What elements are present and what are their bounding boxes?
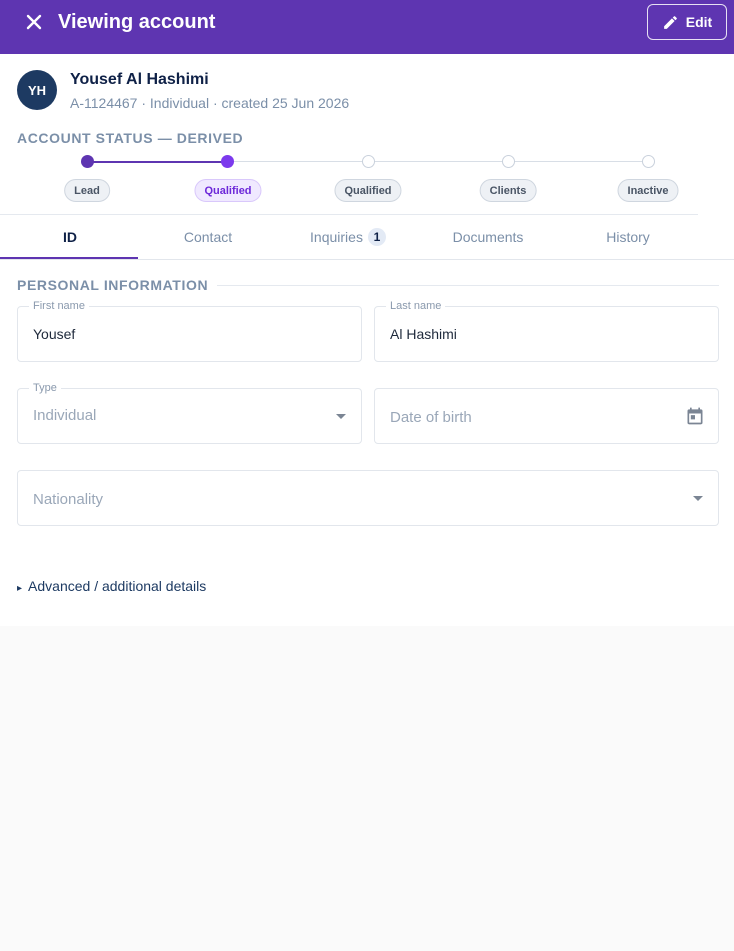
advanced-details-label: Advanced / additional details (28, 578, 207, 594)
close-icon (26, 14, 42, 30)
close-button[interactable] (22, 10, 46, 34)
type-value: Individual (33, 407, 97, 424)
tab-label: ID (63, 229, 77, 245)
personal-information-label: PERSONAL INFORMATION (17, 277, 209, 293)
last-name-value: Al Hashimi (390, 326, 457, 342)
status-step-dot (502, 155, 515, 168)
status-step-inactive[interactable]: Inactive (617, 179, 679, 202)
status-step-clients[interactable]: Clients (479, 179, 537, 202)
tab-bar: ID Contact Inquiries 1 Documents History (0, 215, 734, 260)
active-tab-indicator (0, 257, 138, 259)
tab-id[interactable]: ID (0, 215, 140, 259)
last-name-label: Last name (386, 300, 446, 313)
chevron-down-icon (336, 414, 346, 419)
tab-documents[interactable]: Documents (418, 215, 558, 259)
chevron-down-icon (693, 496, 703, 501)
status-step-lead[interactable]: Lead (64, 179, 110, 202)
advanced-details-toggle[interactable]: ▸ Advanced / additional details (17, 578, 206, 597)
edit-button-label: Edit (685, 14, 713, 30)
status-step-dot (642, 155, 655, 168)
first-name-label: First name (29, 300, 89, 313)
tab-contact[interactable]: Contact (138, 215, 278, 259)
section-rule (217, 285, 719, 286)
nationality-placeholder: Nationality (33, 491, 104, 508)
first-name-field[interactable]: First name Yousef (17, 300, 362, 362)
tab-label: Documents (452, 229, 524, 245)
top-bar: Viewing account Edit (0, 0, 734, 54)
type-select[interactable]: Type Individual (17, 382, 362, 444)
tab-label: Inquiries (310, 229, 363, 245)
date-of-birth-placeholder: Date of birth (390, 409, 472, 426)
date-of-birth-field[interactable]: Date of birth (374, 388, 719, 444)
status-track-segment (227, 161, 648, 162)
first-name-value: Yousef (33, 326, 76, 342)
account-meta: A-1124467 · Individual · created 25 Jun … (70, 95, 350, 111)
last-name-field[interactable]: Last name Al Hashimi (374, 300, 719, 362)
tab-history[interactable]: History (558, 215, 698, 259)
account-name: Yousef Al Hashimi (70, 71, 209, 88)
status-step-dot (221, 155, 234, 168)
tab-inquiries[interactable]: Inquiries 1 (278, 215, 418, 259)
inquiries-count-badge: 1 (367, 228, 386, 246)
tab-label: Contact (183, 229, 233, 245)
status-step-dot (81, 155, 94, 168)
triangle-right-icon: ▸ (17, 583, 23, 594)
avatar: YH (17, 70, 57, 110)
nationality-select[interactable]: Nationality (17, 470, 719, 526)
edit-button[interactable]: Edit (647, 4, 727, 40)
type-label: Type (29, 382, 61, 395)
page-title: Viewing account (58, 11, 216, 33)
account-status-label: ACCOUNT STATUS — DERIVED (17, 130, 244, 146)
calendar-icon[interactable] (685, 406, 705, 426)
status-step-qualified[interactable]: Qualified (334, 179, 402, 202)
tab-label: History (606, 229, 650, 245)
pencil-icon (663, 15, 677, 29)
account-panel: YH Yousef Al Hashimi A-1124467 · Individ… (0, 54, 734, 626)
status-step-dot (362, 155, 375, 168)
status-step-qualified-current[interactable]: Qualified (194, 179, 262, 202)
status-track-segment (87, 161, 227, 163)
